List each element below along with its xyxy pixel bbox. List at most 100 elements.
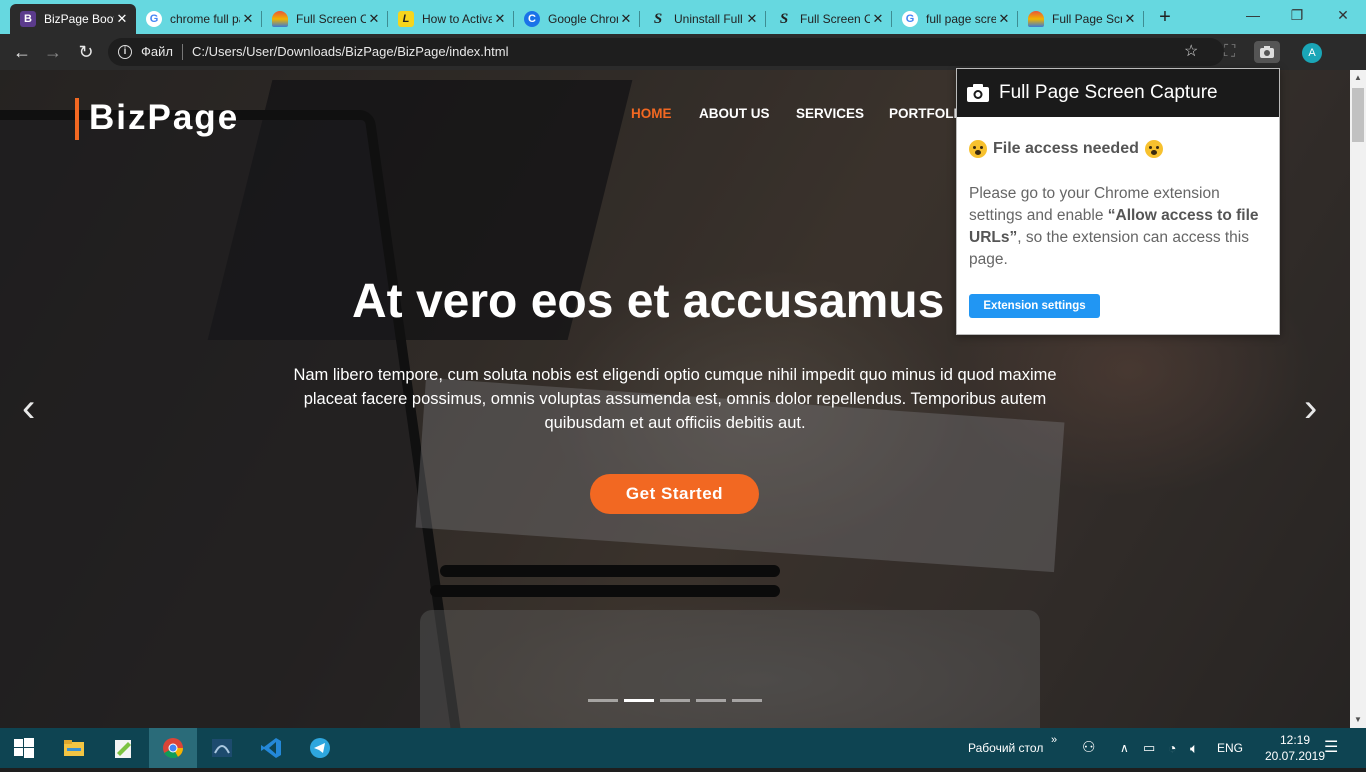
start-button[interactable] [0, 728, 48, 768]
close-tab-icon[interactable]: ✕ [996, 11, 1012, 27]
carousel-next-icon[interactable]: › [1304, 388, 1317, 428]
nav-about-us[interactable]: ABOUT US [699, 106, 770, 121]
back-button[interactable]: ← [11, 41, 33, 63]
info-icon[interactable]: i [118, 45, 132, 59]
notepad-plus-icon[interactable] [99, 728, 147, 768]
scroll-up-icon[interactable]: ▲ [1350, 70, 1366, 86]
scroll-down-icon[interactable]: ▼ [1350, 712, 1366, 728]
carousel-indicators [588, 699, 762, 702]
url-text[interactable]: C:/Users/User/Downloads/BizPage/BizPage/… [192, 44, 508, 59]
reload-button[interactable]: ↻ [75, 41, 97, 63]
vscode-icon[interactable] [247, 728, 295, 768]
tab-chrome-full[interactable]: G chrome full page screenshot ✕ [136, 4, 262, 34]
desktop-toolbar-label[interactable]: Рабочий стол [968, 728, 1043, 768]
battery-icon[interactable]: ▭ [1143, 728, 1155, 768]
tab-google-chrome[interactable]: C Google Chrome ✕ [514, 4, 640, 34]
close-tab-icon[interactable]: ✕ [114, 11, 130, 27]
tab-full-screen[interactable]: ~ Full Screen Capture ✕ [262, 4, 388, 34]
input-language[interactable]: ENG [1217, 728, 1243, 768]
toolbar-chevron[interactable]: » [1051, 720, 1057, 760]
windows-taskbar: Рабочий стол » ⚇ ∧ ▭ ◔ 🔈︎ ENG 12:19 20.0… [0, 728, 1366, 768]
carousel-dot-active[interactable] [624, 699, 654, 702]
popup-title: Full Page Screen Capture [999, 82, 1218, 103]
popup-heading-text: File access needed [993, 140, 1139, 157]
capture-favicon-icon: ~ [1028, 11, 1044, 27]
camera-icon [967, 84, 989, 102]
browser-toolbar: ← → ↻ i Файл C:/Users/User/Downloads/Biz… [0, 34, 1366, 70]
tab-title: Full Page Screen Capture [1052, 12, 1122, 26]
file-explorer-icon[interactable] [50, 728, 98, 768]
close-tab-icon[interactable]: ✕ [618, 11, 634, 27]
carousel-dot[interactable] [732, 699, 762, 702]
popup-heading: File access needed [969, 140, 1169, 158]
popup-header: Full Page Screen Capture [957, 69, 1279, 117]
tab-title: How to Activate [422, 12, 492, 26]
lifehacker-favicon-icon: L [398, 11, 414, 27]
site-logo[interactable]: BizPage [75, 98, 239, 140]
carousel-dot[interactable] [588, 699, 618, 702]
popup-message: Please go to your Chrome extension setti… [969, 185, 1259, 268]
tab-uninstall[interactable]: S Uninstall Full Page ✕ [640, 4, 766, 34]
hero-title: At vero eos et accusamus [352, 275, 945, 328]
minimize-button[interactable]: — [1230, 0, 1276, 30]
tab-title: Google Chrome [548, 12, 618, 26]
tab-title: BizPage Bootstrap Template [44, 12, 114, 26]
get-started-button[interactable]: Get Started [590, 474, 759, 514]
close-tab-icon[interactable]: ✕ [744, 11, 760, 27]
google-favicon-icon: G [146, 11, 162, 27]
forward-button[interactable]: → [42, 41, 64, 63]
tab-title: chrome full page screenshot [170, 12, 240, 26]
tab-title: Uninstall Full Page [674, 12, 744, 26]
worried-face-icon [969, 140, 987, 158]
carousel-prev-icon[interactable]: ‹ [22, 388, 35, 428]
clock-time: 12:19 [1279, 733, 1311, 747]
address-bar[interactable]: i Файл C:/Users/User/Downloads/BizPage/B… [108, 38, 1224, 66]
chrome-icon[interactable] [149, 728, 197, 768]
tab-full-screen-2[interactable]: S Full Screen Capture ✕ [766, 4, 892, 34]
nav-home[interactable]: HOME [631, 106, 672, 121]
camera-extension-icon[interactable] [1254, 41, 1280, 63]
close-tab-icon[interactable]: ✕ [1122, 11, 1138, 27]
tab-how-to[interactable]: L How to Activate ✕ [388, 4, 514, 34]
file-scheme-label: Файл [141, 44, 173, 59]
tab-title: Full Screen Capture [296, 12, 366, 26]
capture-favicon-icon: ~ [272, 11, 288, 27]
tab-title: full page screen capture [926, 12, 996, 26]
tab-strip: B BizPage Bootstrap Template ✕ G chrome … [0, 0, 1366, 34]
close-tab-icon[interactable]: ✕ [870, 11, 886, 27]
close-tab-icon[interactable]: ✕ [492, 11, 508, 27]
carousel-dot[interactable] [660, 699, 690, 702]
show-hidden-icons-icon[interactable]: ∧ [1120, 728, 1129, 768]
new-tab-button[interactable]: + [1154, 6, 1176, 28]
close-window-button[interactable]: ✕ [1320, 0, 1366, 30]
tab-title: Full Screen Capture [800, 12, 870, 26]
close-tab-icon[interactable]: ✕ [240, 11, 256, 27]
bootstrap-favicon-icon: B [20, 11, 36, 27]
telegram-icon[interactable] [296, 728, 344, 768]
tab-bizpage[interactable]: B BizPage Bootstrap Template ✕ [10, 4, 136, 34]
page-scrollbar[interactable]: ▲ ▼ [1350, 70, 1366, 728]
google-blog-favicon-icon: C [524, 11, 540, 27]
notifications-icon[interactable]: ☰ [1324, 728, 1338, 768]
scrollbar-thumb[interactable] [1352, 88, 1364, 142]
google-favicon-icon: G [902, 11, 918, 27]
volume-icon[interactable]: 🔈︎ [1190, 728, 1198, 768]
people-icon[interactable]: ⚇ [1082, 728, 1095, 768]
tab-full-page-capture[interactable]: ~ Full Page Screen Capture ✕ [1018, 4, 1144, 34]
tab-full-page-sc[interactable]: G full page screen capture ✕ [892, 4, 1018, 34]
extension-settings-button[interactable]: Extension settings [969, 294, 1100, 318]
wifi-icon[interactable]: ◔ [1168, 728, 1176, 768]
carousel-dot[interactable] [696, 699, 726, 702]
windows-logo-icon [14, 738, 34, 758]
extension-icon[interactable]: ⛶ [1224, 41, 1235, 63]
worried-face-icon [1144, 140, 1163, 158]
extension-popup: Full Page Screen Capture File access nee… [956, 68, 1280, 335]
profile-avatar[interactable]: A [1302, 43, 1322, 63]
hero-text: Nam libero tempore, cum soluta nobis est… [293, 366, 1057, 432]
clock[interactable]: 12:19 20.07.2019 [1264, 728, 1326, 772]
restore-button[interactable]: ❐ [1274, 0, 1320, 30]
sql-server-icon[interactable] [198, 728, 246, 768]
close-tab-icon[interactable]: ✕ [366, 11, 382, 27]
nav-services[interactable]: SERVICES [796, 106, 864, 121]
bookmark-star-icon[interactable]: ☆ [1184, 41, 1198, 63]
